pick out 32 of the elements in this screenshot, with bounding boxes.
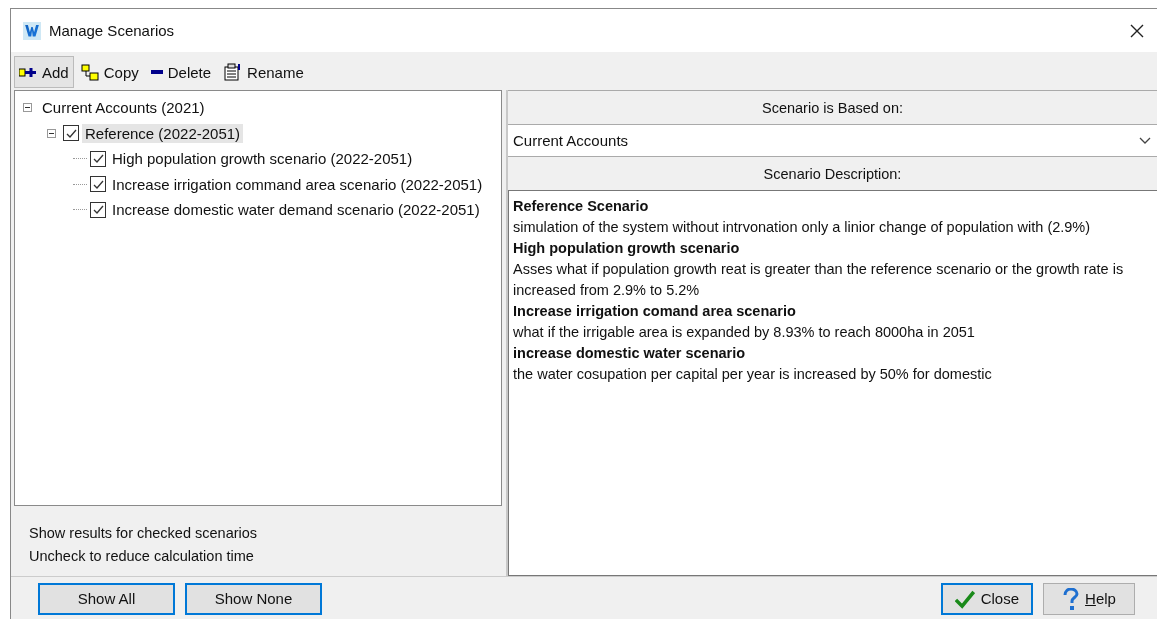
based-on-dropdown[interactable]: Current Accounts bbox=[508, 124, 1157, 156]
add-button[interactable]: Add bbox=[14, 56, 74, 88]
folders-icon bbox=[80, 63, 99, 81]
collapse-toggle-icon[interactable] bbox=[23, 102, 34, 114]
tree-item[interactable]: Increase domestic water demand scenario (2022-2051) bbox=[109, 200, 483, 220]
tree-item[interactable]: Increase irrigation command area scenario (2022-2051) bbox=[109, 174, 486, 194]
checkbox[interactable] bbox=[90, 201, 106, 218]
hint-text: Show results for checked scenarios bbox=[29, 524, 259, 543]
checkbox[interactable] bbox=[63, 125, 79, 142]
close-button[interactable]: Close bbox=[941, 582, 1033, 615]
show-button[interactable]: Show All bbox=[38, 582, 175, 615]
tree-item[interactable]: Reference (2022-2051) bbox=[82, 123, 244, 143]
collapse-toggle-icon[interactable] bbox=[47, 127, 58, 139]
app-logo-icon bbox=[23, 21, 41, 40]
question-mark-icon bbox=[1062, 587, 1080, 610]
rename-button[interactable]: Rename bbox=[218, 56, 309, 88]
checkbox[interactable] bbox=[90, 150, 106, 167]
show-button[interactable]: Show None bbox=[185, 582, 322, 615]
checkmark-icon bbox=[955, 588, 975, 609]
tree-item[interactable]: High population growth scenario (2022-2051) bbox=[109, 149, 416, 169]
copy-button[interactable]: Copy bbox=[75, 56, 144, 88]
minus-icon bbox=[150, 67, 163, 77]
checkbox[interactable] bbox=[90, 176, 106, 193]
help-button[interactable]: Help bbox=[1043, 582, 1135, 615]
hint-text: Uncheck to reduce calculation time bbox=[29, 547, 255, 566]
delete-button[interactable]: Delete bbox=[145, 56, 217, 88]
chevron-down-icon bbox=[1139, 136, 1151, 145]
clipboard-icon bbox=[223, 63, 243, 81]
close-icon[interactable] bbox=[1129, 22, 1145, 39]
tree-item[interactable]: Current Accounts (2021) bbox=[39, 98, 208, 118]
description-field[interactable]: Reference Scenario simulation of the system without intrvonation only a linior change of population with (2.9%) High population growth scenario Asses what if population growth reat is greater than the reference scenario or the growth rate is increased from 2.9% to 5.2% Increase irrigation comand area scenario what if the irrigable area is expanded by 8.93% to reach 8000ha in 2051 increase domestic water scenario the water cosupation per capital per year is increased by 50% for domestic bbox=[508, 190, 1157, 576]
window-title: Manage Scenarios bbox=[49, 22, 176, 39]
